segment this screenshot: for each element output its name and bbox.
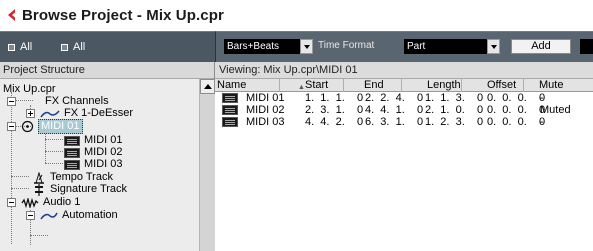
collapse-icon[interactable] bbox=[7, 198, 16, 207]
cell-end: 2. 2. 4. 0 bbox=[365, 92, 424, 104]
collapse-icon[interactable] bbox=[26, 211, 35, 220]
automation-icon bbox=[40, 212, 58, 219]
project-tree: Mix Up.cpr FX Channels FX 1-DeEsser MIDI… bbox=[0, 79, 199, 251]
cell-offset: 0. 0. 0. 0 bbox=[487, 92, 546, 104]
type-value: Part bbox=[407, 41, 426, 52]
tree-item-signature-track[interactable]: Signature Track bbox=[33, 183, 127, 196]
midi-part-icon bbox=[222, 117, 238, 127]
all-square-icon bbox=[8, 43, 15, 51]
midi-part-icon bbox=[64, 135, 80, 146]
part-list-panel: Viewing: Mix Up.cpr\MIDI 01 Name ▲ Start… bbox=[215, 62, 593, 251]
tree-item-label: MIDI 01 bbox=[38, 119, 83, 134]
tree-item-midi-track[interactable]: MIDI 01 bbox=[7, 119, 83, 134]
signature-icon bbox=[35, 183, 43, 196]
type-dropdown[interactable]: Part bbox=[404, 39, 500, 54]
cell-name: MIDI 01 bbox=[246, 92, 285, 104]
cell-mute: Muted bbox=[540, 104, 571, 116]
cell-length: 1. 1. 3. 0 bbox=[425, 92, 484, 104]
dropdown-arrow-icon[interactable] bbox=[487, 39, 500, 54]
tree-scrollbar[interactable] bbox=[199, 79, 215, 251]
toolbar-overflow bbox=[580, 39, 593, 54]
cell-name: MIDI 02 bbox=[246, 104, 285, 116]
dropdown-arrow-icon[interactable] bbox=[300, 39, 313, 54]
expand-icon[interactable] bbox=[26, 109, 35, 118]
viewing-path: Viewing: Mix Up.cpr\MIDI 01 bbox=[215, 62, 593, 79]
parts-table: Name ▲ Start End Length Offset Mute MIDI… bbox=[215, 79, 593, 128]
column-header-offset[interactable]: Offset bbox=[461, 79, 523, 92]
tree-item-automation[interactable]: Automation bbox=[26, 209, 118, 222]
project-structure-header: Project Structure bbox=[0, 62, 214, 79]
tree-item-midi-part-3[interactable]: MIDI 03 bbox=[64, 158, 123, 171]
cell-end: 4. 4. 1. 0 bbox=[365, 104, 424, 116]
time-format-label: Time Format bbox=[318, 40, 375, 51]
column-header-name[interactable]: Name bbox=[215, 79, 279, 92]
scroll-up-icon[interactable] bbox=[200, 79, 215, 94]
audio-track-icon bbox=[21, 197, 39, 208]
table-row[interactable]: MIDI 03 4. 4. 2. 0 6. 3. 1. 0 1. 2. 3. 0… bbox=[215, 116, 593, 128]
cell-name: MIDI 03 bbox=[246, 116, 285, 128]
cell-start: 4. 4. 2. 0 bbox=[305, 116, 364, 128]
column-header-mute[interactable]: Mute bbox=[523, 79, 593, 92]
cell-length: 1. 2. 3. 0 bbox=[425, 116, 484, 128]
time-format-dropdown[interactable]: Bars+Beats bbox=[224, 39, 313, 54]
collapse-all-label: All bbox=[20, 41, 33, 53]
fx-icon bbox=[40, 110, 60, 117]
midi-part-icon bbox=[222, 105, 238, 115]
column-header-end[interactable]: End bbox=[343, 79, 401, 92]
collapse-all-button[interactable]: All bbox=[8, 41, 32, 53]
midi-part-icon bbox=[64, 159, 80, 170]
title-bar: Browse Project - Mix Up.cpr bbox=[0, 0, 593, 31]
cell-length: 2. 1. 0. 0 bbox=[425, 104, 484, 116]
collapse-icon[interactable] bbox=[7, 122, 16, 131]
cubase-logo-icon bbox=[8, 9, 15, 21]
tree-item-label: Signature Track bbox=[50, 183, 128, 195]
cell-offset: 0. 0. 0. 0 bbox=[487, 104, 546, 116]
expand-all-button[interactable]: All bbox=[61, 41, 85, 53]
cell-mute: - bbox=[540, 92, 544, 104]
column-header-length[interactable]: Length bbox=[401, 79, 461, 92]
left-toolbar: All All bbox=[0, 31, 215, 62]
column-header-start[interactable]: Start bbox=[279, 79, 343, 92]
table-row[interactable]: MIDI 01 1. 1. 1. 0 2. 2. 4. 0 1. 1. 3. 0… bbox=[215, 92, 593, 104]
tree-item-label: Audio 1 bbox=[43, 196, 81, 208]
tempo-icon bbox=[34, 171, 44, 184]
cell-start: 2. 3. 1. 0 bbox=[305, 104, 364, 116]
tree-item-label: Automation bbox=[62, 209, 118, 221]
midi-track-icon bbox=[21, 120, 34, 133]
right-toolbar: Bars+Beats Time Format Part Add bbox=[215, 31, 593, 62]
cell-offset: 0. 0. 0. 0 bbox=[487, 116, 546, 128]
expand-all-label: All bbox=[73, 41, 86, 53]
window-title: Browse Project - Mix Up.cpr bbox=[22, 7, 224, 24]
add-button[interactable]: Add bbox=[511, 39, 571, 54]
midi-part-icon bbox=[64, 147, 80, 158]
all-square-icon bbox=[61, 43, 68, 51]
tree-item-label: MIDI 03 bbox=[84, 158, 123, 170]
midi-part-icon bbox=[222, 93, 238, 103]
cell-mute: - bbox=[540, 116, 544, 128]
project-structure-panel: Project Structure Mix Up.cpr FX Channels… bbox=[0, 62, 215, 251]
collapse-icon[interactable] bbox=[7, 97, 16, 106]
time-format-value: Bars+Beats bbox=[227, 41, 279, 52]
cell-start: 1. 1. 1. 0 bbox=[305, 92, 364, 104]
table-row[interactable]: MIDI 02 2. 3. 1. 0 4. 4. 1. 0 2. 1. 0. 0… bbox=[215, 104, 593, 116]
cell-end: 6. 3. 1. 0 bbox=[365, 116, 424, 128]
tree-item-audio-1[interactable]: Audio 1 bbox=[7, 196, 80, 209]
table-header: Name ▲ Start End Length Offset Mute bbox=[215, 79, 593, 92]
